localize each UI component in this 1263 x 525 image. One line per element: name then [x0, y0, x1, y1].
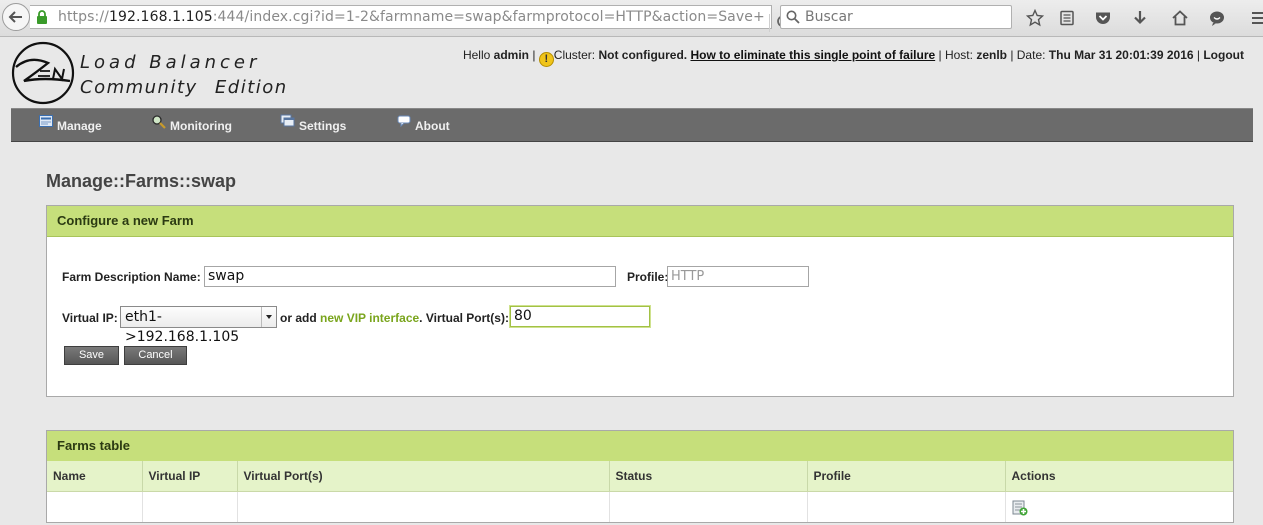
- nav-settings[interactable]: Settings: [280, 109, 346, 141]
- back-button[interactable]: [2, 3, 30, 31]
- table-cell: [47, 491, 143, 522]
- bookmark-star-icon[interactable]: [1026, 9, 1044, 27]
- farms-table: Name Virtual IP Virtual Port(s) Status P…: [47, 461, 1233, 522]
- table-cell: [1005, 491, 1233, 522]
- status-line: Hello admin | ! Cluster: Not configured. …: [463, 48, 1244, 67]
- url-separator: [769, 14, 770, 32]
- farm-description-input[interactable]: swap: [204, 266, 616, 287]
- new-farm-panel: Configure a new Farm Farm Description Na…: [46, 205, 1234, 397]
- table-row: [47, 491, 1233, 522]
- logout-link[interactable]: Logout: [1203, 48, 1244, 62]
- settings-windows-icon: [280, 114, 295, 127]
- profile-input[interactable]: HTTP: [667, 266, 809, 287]
- new-vip-interface-link[interactable]: new VIP interface: [320, 311, 419, 325]
- url-bar[interactable]: https://192.168.1.105:444/index.cgi?id=1…: [30, 5, 789, 32]
- manage-icon: [39, 115, 53, 127]
- search-icon: [786, 10, 800, 24]
- host-value: zenlb: [976, 48, 1007, 62]
- main-nav: Manage Monitoring Settings About: [11, 108, 1253, 142]
- profile-label: Profile:: [627, 270, 669, 284]
- vip-text-group: or add new VIP interface. Virtual Port(s…: [280, 311, 509, 325]
- host-label: | Host:: [935, 48, 977, 62]
- column-header-virtual-ports: Virtual Port(s): [237, 461, 610, 492]
- virtual-ip-select[interactable]: eth1->192.168.1.105: [120, 306, 277, 345]
- table-header-row: Name Virtual IP Virtual Port(s) Status P…: [47, 461, 1233, 492]
- table-cell: [609, 491, 808, 522]
- table-cell: [142, 491, 238, 522]
- add-farm-icon[interactable]: [1012, 500, 1028, 516]
- column-header-actions: Actions: [1005, 461, 1233, 492]
- lock-icon: [37, 10, 47, 24]
- nav-about[interactable]: About: [396, 109, 450, 141]
- magnifier-icon: [152, 115, 166, 129]
- or-add-label: or add: [280, 311, 317, 325]
- new-farm-header: Configure a new Farm: [47, 206, 1233, 237]
- brand-line-2: Community Edition: [80, 77, 288, 98]
- username: admin: [493, 48, 529, 62]
- warning-icon: !: [538, 52, 554, 67]
- nav-manage[interactable]: Manage: [38, 109, 102, 141]
- column-header-name: Name: [47, 461, 143, 492]
- separator: |: [528, 48, 539, 62]
- hello-label: Hello: [462, 48, 494, 62]
- search-bar[interactable]: Buscar: [780, 5, 1012, 29]
- column-header-virtual-ip: Virtual IP: [142, 461, 238, 492]
- nav-monitoring[interactable]: Monitoring: [151, 109, 232, 141]
- date-label: | Date:: [1006, 48, 1049, 62]
- table-cell: [237, 491, 610, 522]
- virtual-ip-label: Virtual IP:: [62, 311, 118, 325]
- cluster-label: Cluster:: [553, 48, 599, 62]
- pocket-icon[interactable]: [1094, 9, 1112, 27]
- browser-toolbar: https://192.168.1.105:444/index.cgi?id=1…: [0, 0, 1263, 37]
- cancel-button[interactable]: Cancel: [124, 346, 187, 365]
- date-value: Thu Mar 31 20:01:39 2016: [1048, 48, 1194, 62]
- farms-table-header: Farms table: [47, 431, 1233, 462]
- virtual-port-label: . Virtual Port(s):: [419, 311, 509, 325]
- brand-line-1: Load Balancer: [80, 52, 261, 73]
- reading-list-icon[interactable]: [1058, 9, 1076, 27]
- home-icon[interactable]: [1171, 9, 1189, 27]
- dropdown-arrow-icon: [261, 307, 276, 327]
- back-arrow-icon: [8, 11, 22, 23]
- virtual-ip-selected: eth1->192.168.1.105: [125, 309, 240, 345]
- chat-icon[interactable]: [1208, 9, 1226, 27]
- cluster-help-link[interactable]: How to eliminate this single point of fa…: [690, 48, 935, 62]
- column-header-status: Status: [609, 461, 808, 492]
- download-icon[interactable]: [1131, 9, 1149, 27]
- farm-description-label: Farm Description Name:: [62, 270, 201, 284]
- zen-logo: [11, 41, 75, 105]
- separator: |: [1193, 48, 1204, 62]
- virtual-port-input[interactable]: 80: [510, 306, 650, 327]
- page-title: Manage::Farms::swap: [46, 171, 237, 191]
- column-header-profile: Profile: [807, 461, 1006, 492]
- save-button[interactable]: Save: [64, 346, 119, 365]
- table-cell: [807, 491, 1006, 522]
- farms-table-panel: Farms table Name Virtual IP Virtual Port…: [46, 430, 1234, 523]
- cluster-value: Not configured.: [598, 48, 688, 62]
- search-placeholder: Buscar: [805, 9, 853, 25]
- menu-icon[interactable]: [1250, 9, 1263, 27]
- url-text: https://192.168.1.105:444/index.cgi?id=1…: [58, 9, 765, 25]
- speech-bubble-icon: [397, 115, 411, 128]
